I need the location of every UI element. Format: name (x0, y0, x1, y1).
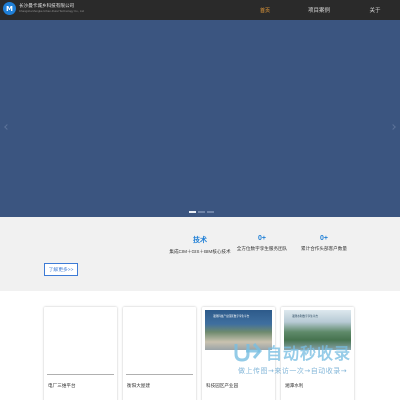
project-thumbnail: 湘潭水利数字孪生平台 (284, 310, 351, 350)
stat-technology: 技术 集成CIM＋GIS＋BIM核心技术 (166, 235, 234, 256)
project-title: 科技园区产业园 (206, 383, 239, 388)
project-card[interactable]: 湘潭科技产业园区数字孪生平台 科技园区产业园 (202, 307, 275, 400)
project-thumbnail (126, 310, 193, 350)
slide-dot[interactable] (207, 211, 214, 213)
card-divider (126, 374, 193, 375)
card-divider (47, 374, 114, 375)
project-thumbnail (47, 310, 114, 350)
chevron-left-icon[interactable] (4, 124, 10, 130)
stat-value: 0+ (258, 235, 266, 242)
company-name-en: Changsha Mengka Urban-Rural Technology C… (19, 8, 84, 13)
nav-home[interactable]: 首页 (252, 0, 278, 20)
thumbnail-caption: 湘潭水利数字孪生平台 (292, 315, 318, 318)
stat-team: 0+ 全方位数字孪生服务团队 (228, 235, 296, 253)
logo-mark-icon: M (3, 2, 16, 15)
stat-description: 累计合作头部客户数量 (301, 246, 347, 251)
thumbnail-caption: 湘潭科技产业园区数字孪生平台 (213, 315, 250, 318)
slide-indicator (189, 211, 214, 213)
top-header: M 长沙曼卡城乡科技有限公司 Changsha Mengka Urban-Rur… (0, 0, 400, 20)
project-title: 衡阳大屋建 (127, 383, 150, 388)
nav-about[interactable]: 关于 (362, 0, 388, 20)
project-card[interactable]: 湘潭水利数字孪生平台 湘潭水利 (281, 307, 354, 400)
stat-value: 技术 (193, 237, 207, 244)
project-thumbnail: 湘潭科技产业园区数字孪生平台 (205, 310, 272, 350)
stat-description: 全方位数字孪生服务团队 (236, 246, 288, 251)
hero-banner[interactable] (0, 20, 400, 217)
stat-description: 集成CIM＋GIS＋BIM核心技术 (169, 249, 231, 254)
project-card[interactable]: 衡阳大屋建 (123, 307, 196, 400)
project-card[interactable]: 电厂三维平台 (44, 307, 117, 400)
logo-text: 长沙曼卡城乡科技有限公司 Changsha Mengka Urban-Rural… (19, 4, 84, 13)
company-logo[interactable]: M 长沙曼卡城乡科技有限公司 Changsha Mengka Urban-Rur… (3, 2, 84, 15)
slide-dot[interactable] (189, 211, 196, 213)
chevron-right-icon[interactable] (390, 124, 396, 130)
slide-dot[interactable] (198, 211, 205, 213)
stat-clients: 0+ 累计合作头部客户数量 (290, 235, 358, 253)
learn-more-button[interactable]: 了解更多>> (44, 263, 78, 276)
nav-projects[interactable]: 项目案例 (306, 0, 332, 20)
project-title: 电厂三维平台 (48, 383, 76, 388)
stat-value: 0+ (320, 235, 328, 242)
project-title: 湘潭水利 (285, 383, 304, 388)
